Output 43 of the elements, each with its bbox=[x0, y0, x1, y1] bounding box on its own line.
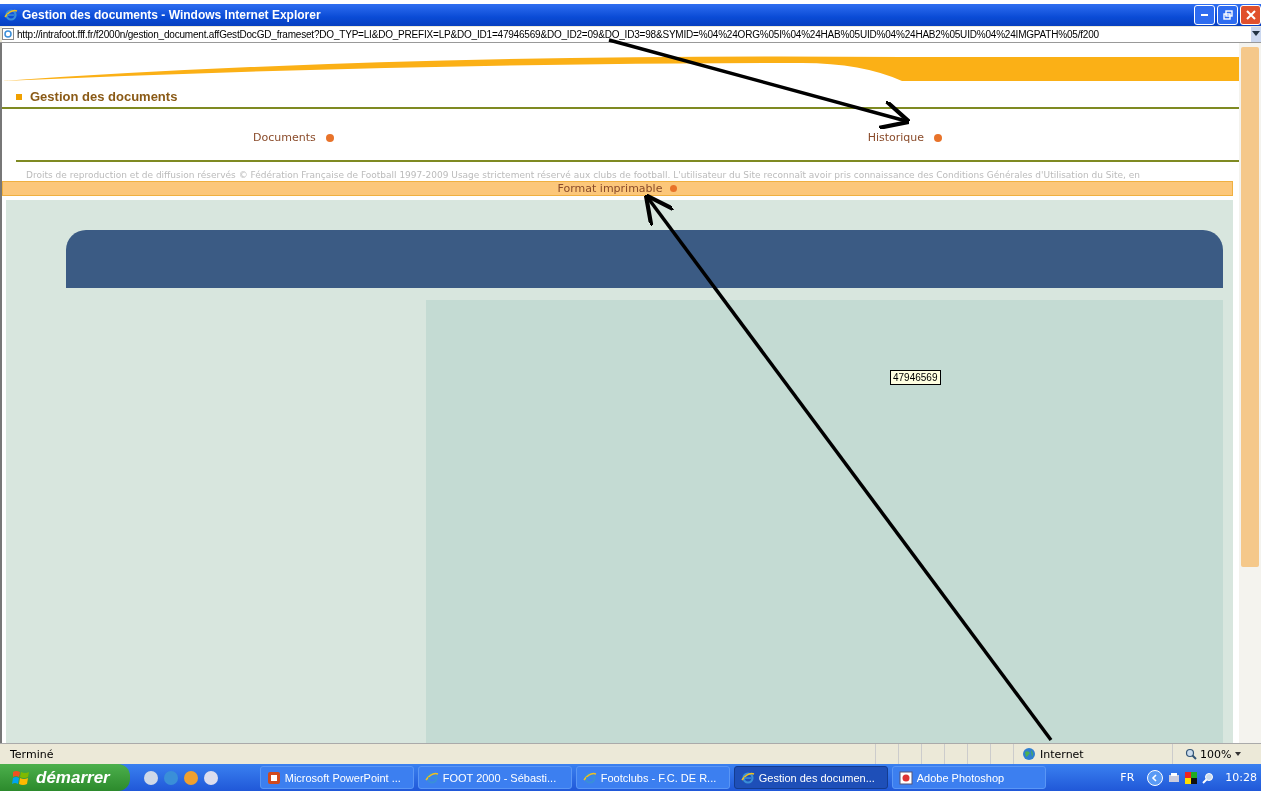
start-button[interactable]: démarrer bbox=[0, 764, 130, 791]
color-grid-icon bbox=[1185, 771, 1198, 784]
print-link[interactable]: Format imprimable bbox=[557, 182, 663, 195]
window-title: Gestion des documents - Windows Internet Explorer bbox=[22, 8, 321, 22]
nav-link[interactable]: Historique bbox=[867, 131, 925, 144]
page-icon bbox=[2, 28, 14, 40]
bullet-dot-icon bbox=[325, 133, 334, 142]
globe-icon bbox=[1022, 747, 1036, 761]
bullet-dot-icon bbox=[934, 133, 943, 142]
vertical-scrollbar[interactable] bbox=[1239, 43, 1261, 743]
close-icon bbox=[1245, 10, 1256, 20]
zoom-icon bbox=[1185, 748, 1197, 760]
caret-icon bbox=[1252, 31, 1260, 37]
caret-icon bbox=[1234, 751, 1243, 757]
square-bullet-icon bbox=[16, 93, 22, 100]
nav-link[interactable]: Documents bbox=[253, 131, 316, 144]
zone-label: Internet bbox=[1040, 747, 1084, 761]
close-button[interactable] bbox=[1240, 5, 1261, 25]
page-heading: Gestion des documents bbox=[30, 89, 178, 104]
minimize-icon bbox=[1201, 14, 1208, 16]
bullet-dot-icon bbox=[670, 185, 678, 192]
printer-icon bbox=[1168, 771, 1181, 784]
windows-logo-icon bbox=[12, 769, 30, 786]
dropdown-button[interactable] bbox=[1251, 26, 1261, 42]
taskbar-button[interactable]: Footclubs - F.C. DE R... bbox=[575, 766, 730, 789]
scroll-thumb[interactable] bbox=[1241, 47, 1259, 567]
expand-tray-button[interactable] bbox=[1147, 769, 1164, 786]
copyright-notice: Droits de reproduction et de diffusion réservés © Fédération Française de Football 1997-2009 Usage strictement réservé aux clubs de football. L'utilisateur du Site reconnaît avoir pris connaissance des Conditions Générales d'Utilisation du Site, en bbox=[25, 170, 1141, 181]
minimize-button[interactable] bbox=[1194, 5, 1215, 25]
taskbar-button[interactable]: Gestion des documen... bbox=[733, 766, 888, 789]
tooltip: 47946569 bbox=[890, 370, 941, 385]
address-field[interactable]: http://intrafoot.fff.fr/f2000n/gestion_document.affGestDocGD_frameset?DO_TYP=LI&DO_PREFIX=LP&DO_ID1=47946569&DO_ID2=09&DO_ID3=98&SYMID=%04%24ORG%05I%04%24HAB%05UID%04%24HAB2%05UID%04%24IMGPATH%05/f200 bbox=[2, 26, 1251, 42]
restore-button[interactable] bbox=[1217, 5, 1238, 25]
taskbar-button[interactable]: Adobe Photoshop bbox=[891, 766, 1046, 789]
taskbar-button[interactable]: Microsoft PowerPoint ... bbox=[259, 766, 414, 789]
slides-app-icon bbox=[266, 770, 281, 785]
restore-icon bbox=[1222, 10, 1233, 20]
taskbar-button[interactable]: FOOT 2000 - Sébasti... bbox=[417, 766, 572, 789]
status-text: Terminé bbox=[10, 747, 54, 761]
image-app-icon bbox=[898, 770, 913, 785]
search-icon bbox=[1202, 771, 1215, 784]
clock: 10:28 bbox=[1225, 771, 1257, 784]
language-indicator[interactable]: FR bbox=[1120, 771, 1135, 784]
